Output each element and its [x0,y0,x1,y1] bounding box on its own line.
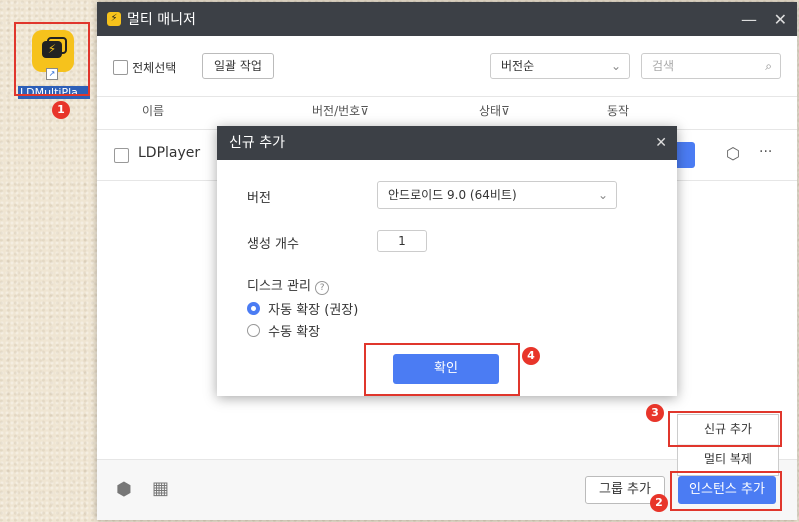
disk-management-text: 디스크 관리 [247,279,311,294]
disk-management-label: 디스크 관리 ? [247,275,330,295]
filter-icon: ⊽ [360,104,370,118]
select-all-label: 전체선택 [132,61,177,75]
sort-select[interactable]: 버전순 ⌄ [490,53,630,79]
settings-hexagon-icon[interactable]: ⬢ [116,479,132,500]
count-input[interactable]: 1 [377,230,427,252]
app-logo-icon: ⚡ [107,12,121,26]
step-badge-2: 2 [650,494,668,512]
radio-manual-label: 수동 확장 [268,325,321,340]
column-name: 이름 [142,104,165,118]
step-badge-4: 4 [522,347,540,365]
column-status[interactable]: 상태⊽ [479,102,510,119]
minimize-button[interactable]: — [741,10,757,29]
instance-checkbox[interactable] [114,148,129,163]
dialog-titlebar: 신규 추가 ✕ [217,126,677,160]
window-titlebar: ⚡ 멀티 매니저 — ✕ [97,2,797,36]
menu-item-multi-copy[interactable]: 멀티 복제 [678,445,778,474]
step-badge-1: 1 [52,101,70,119]
help-icon[interactable]: ? [315,281,330,295]
search-icon: ⌕ [765,59,772,73]
column-status-label: 상태 [479,104,502,118]
highlight-box-new-add [668,411,782,447]
start-button[interactable] [677,142,695,168]
window-title: 멀티 매니저 [127,12,196,28]
version-label: 버전 [247,191,271,206]
version-select[interactable]: 안드로이드 9.0 (64비트) ⌄ [377,181,617,209]
column-version-label: 버전/번호 [312,104,361,118]
step-badge-3: 3 [646,404,664,422]
window-close-button[interactable]: ✕ [774,10,787,29]
grid-view-icon[interactable]: ▦ [152,478,169,499]
highlight-box-desktop-icon [14,22,90,96]
select-all[interactable]: 전체선택 [113,59,176,76]
radio-manual[interactable] [247,324,260,337]
dialog-title: 신규 추가 [229,135,285,151]
filter-icon: ⊽ [501,104,510,118]
toolbar: 전체선택 일괄 작업 버전순 ⌄ 검색 ⌕ [97,36,797,97]
sort-select-value: 버전순 [501,59,535,73]
radio-auto-selected[interactable] [247,302,260,315]
chevron-down-icon: ⌄ [610,59,621,73]
radio-auto-expand[interactable]: 자동 확장 (권장) [247,299,358,318]
highlight-box-confirm [364,343,520,396]
select-all-checkbox[interactable] [113,60,128,75]
more-options-button[interactable]: ··· [759,144,772,160]
version-select-value: 안드로이드 9.0 (64비트) [388,188,517,202]
count-label: 생성 개수 [247,237,299,252]
chevron-down-icon: ⌄ [597,188,608,202]
search-input[interactable]: 검색 ⌕ [641,53,781,79]
instance-name: LDPlayer [138,145,201,161]
column-action: 동작 [607,104,630,118]
highlight-box-add-instance [670,471,782,511]
radio-auto-label: 자동 확장 (권장) [268,303,359,318]
search-placeholder: 검색 [652,59,675,73]
radio-manual-expand[interactable]: 수동 확장 [247,321,320,340]
dialog-close-button[interactable]: ✕ [655,126,667,160]
settings-hex-icon[interactable]: ⬡ [726,144,740,163]
batch-action-button[interactable]: 일괄 작업 [202,53,274,79]
column-version[interactable]: 버전/번호⊽ [312,102,369,119]
